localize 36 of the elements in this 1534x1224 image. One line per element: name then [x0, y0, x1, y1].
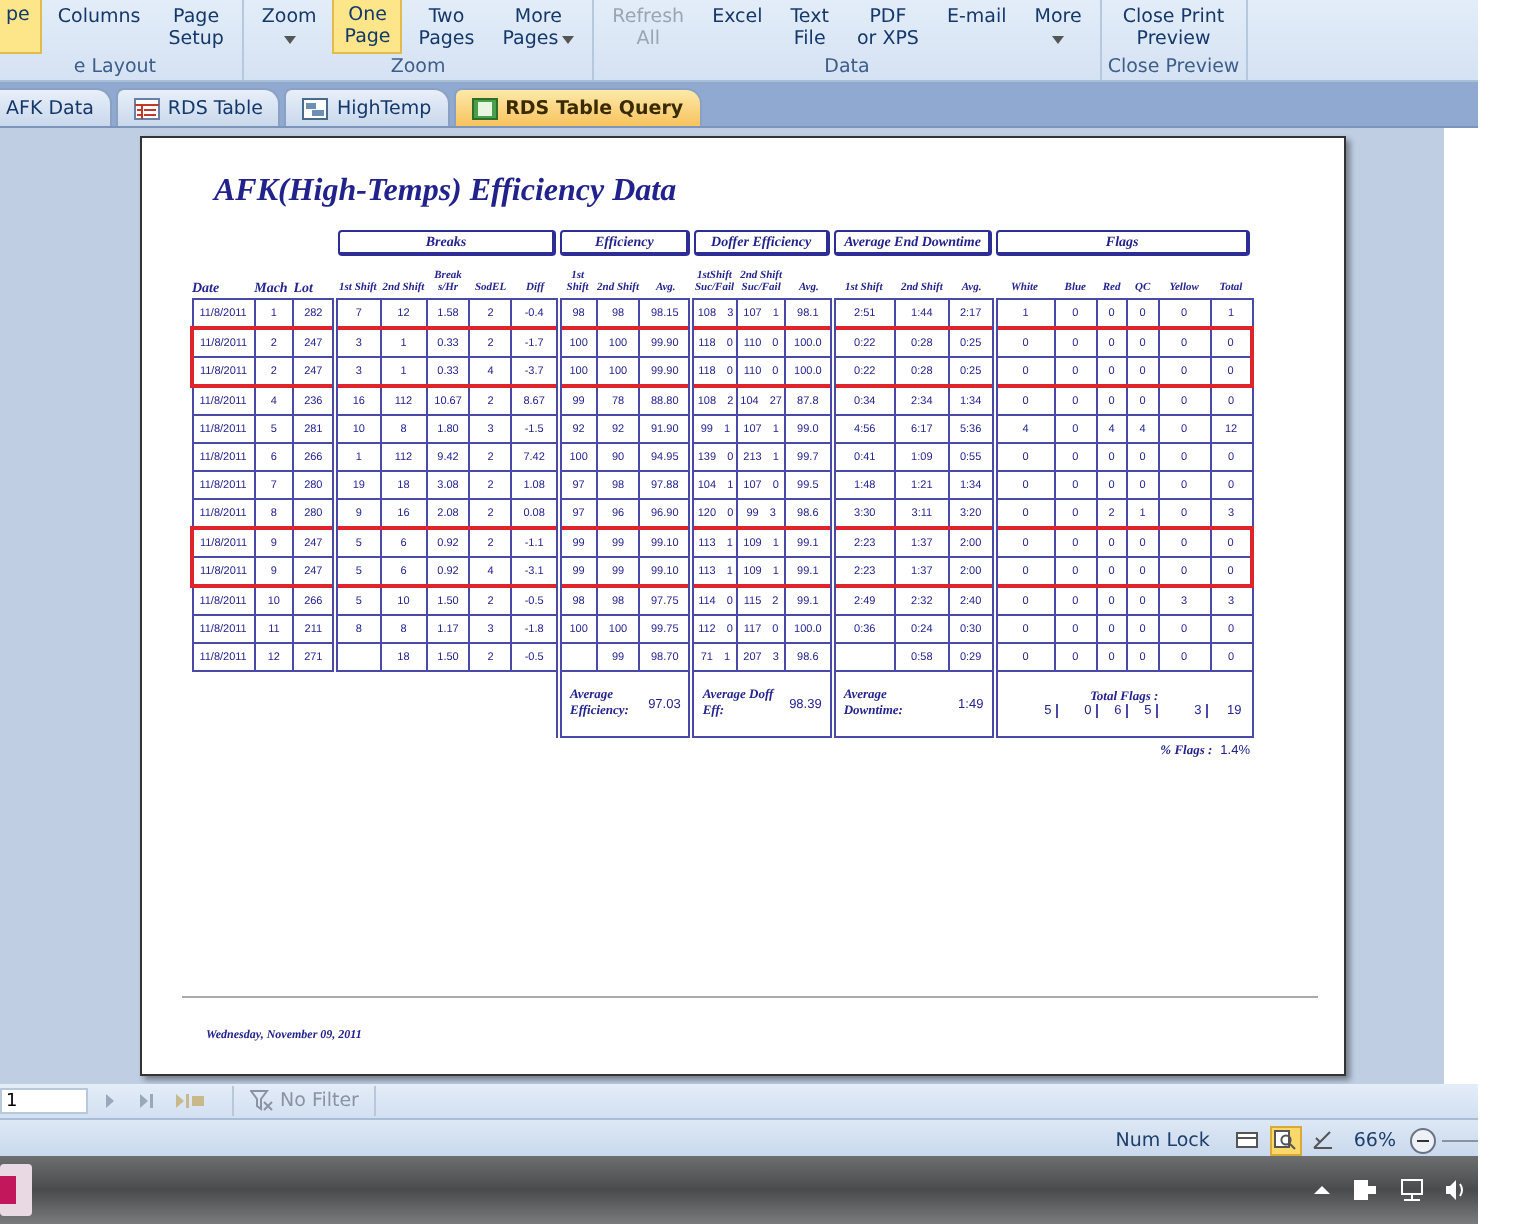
zoom-level: 66% [1353, 1129, 1396, 1151]
ribbon-button[interactable]: One Page [332, 0, 403, 54]
table-icon [133, 97, 160, 119]
report-icon [471, 97, 498, 119]
ribbon-button[interactable]: Text File [778, 0, 841, 54]
document-tab[interactable]: RDS Table [115, 88, 281, 126]
view-button[interactable] [1269, 1125, 1302, 1155]
ribbon-button[interactable]: Close Print Preview [1110, 0, 1237, 54]
ribbon-button[interactable]: Columns [45, 0, 153, 54]
caret-icon [283, 36, 296, 44]
document-tab[interactable]: RDS Table Query [453, 88, 702, 126]
caret-icon [562, 35, 575, 43]
ribbon-button[interactable]: PDF or XPS [844, 0, 931, 54]
caret-icon [1052, 36, 1065, 44]
group-label: Close Preview [1107, 56, 1240, 78]
group-label: e Layout [73, 56, 157, 78]
group-label: Data [824, 56, 870, 78]
table-cell [335, 643, 381, 671]
form-icon [302, 97, 329, 119]
ribbon-button[interactable]: Excel [700, 0, 775, 54]
ribbon-button[interactable]: Two Pages [406, 0, 487, 54]
ribbon-button[interactable]: More [1022, 0, 1094, 54]
record-number-field[interactable]: 1 [0, 1088, 88, 1114]
ribbon-button[interactable]: pe [0, 0, 42, 54]
ribbon-button[interactable]: More Pages [490, 0, 587, 54]
filter-icon [250, 1090, 274, 1112]
report-title: AFK(High-Temps) Efficiency Data [214, 174, 679, 210]
document-tab[interactable]: HighTemp [284, 88, 450, 126]
group-label: Zoom [390, 56, 446, 78]
zoom-out-icon[interactable] [1410, 1127, 1436, 1153]
ribbon-button[interactable]: Zoom [249, 0, 329, 54]
app-icon[interactable] [0, 1160, 32, 1220]
ribbon-button[interactable]: Page Setup [156, 0, 236, 54]
ribbon-button[interactable]: E-mail [934, 0, 1019, 54]
status-text: Num Lock [1115, 1129, 1210, 1151]
document-tab[interactable]: AFK Data [0, 88, 112, 126]
